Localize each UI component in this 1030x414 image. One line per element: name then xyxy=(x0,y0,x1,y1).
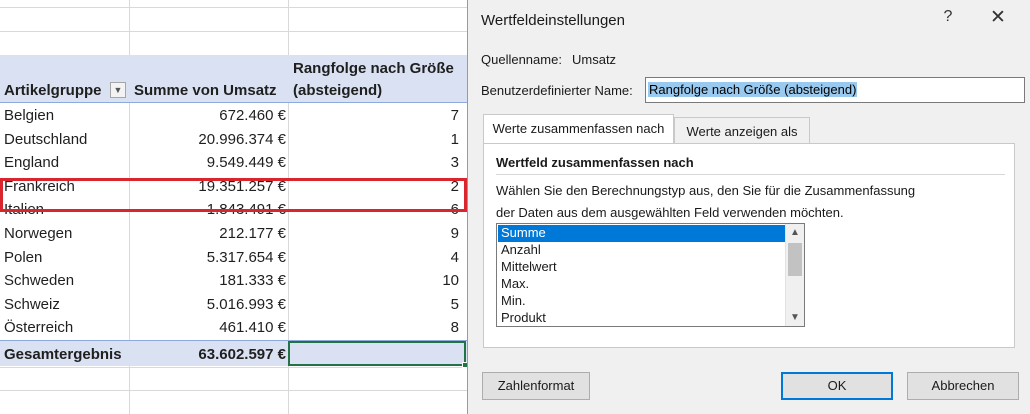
row-sum: 212.177 € xyxy=(219,225,286,242)
grand-total-sum: 63.602.597 € xyxy=(198,346,286,363)
header-rangfolge-line2: (absteigend) xyxy=(293,82,383,99)
row-sum: 5.317.654 € xyxy=(206,248,286,266)
custom-name-value: Rangfolge nach Größe (absteigend) xyxy=(648,82,858,97)
listbox-item[interactable]: Max. xyxy=(498,276,785,293)
description-line-1: Wählen Sie den Berechnungstyp aus, den S… xyxy=(496,183,916,198)
pivot-row[interactable]: Schweiz 5.016.993 € 5 xyxy=(0,293,467,317)
tab-show-values-as[interactable]: Werte anzeigen als xyxy=(674,117,810,145)
row-sum: 181.333 € xyxy=(219,272,286,290)
calculation-type-listbox[interactable]: Summe Anzahl Mittelwert Max. Min. Produkt ▲ ▼ xyxy=(496,223,805,327)
row-group: Schweiz xyxy=(4,295,60,313)
row-sum: 5.016.993 € xyxy=(206,295,286,313)
row-group: Polen xyxy=(4,248,43,266)
grand-total-label: Gesamtergebnis xyxy=(4,346,122,363)
scroll-thumb[interactable] xyxy=(788,243,802,276)
row-group: Österreich xyxy=(4,319,74,337)
description-line-2: der Daten aus dem ausgewählten Feld verw… xyxy=(496,205,844,220)
pivot-table[interactable]: Artikelgruppe ▼ Summe von Umsatz Rangfol… xyxy=(0,55,468,368)
tab-summarize-by[interactable]: Werte zusammenfassen nach xyxy=(483,114,674,144)
header-rangfolge-line1[interactable]: Rangfolge nach Größe xyxy=(293,60,454,77)
pivot-row[interactable]: Österreich 461.410 € 8 xyxy=(0,316,467,340)
row-rank: 5 xyxy=(450,295,459,313)
row-rank: 3 xyxy=(450,154,459,172)
pivot-header-row: Artikelgruppe ▼ Summe von Umsatz Rangfol… xyxy=(0,55,467,103)
value-field-settings-dialog: Wertfeldeinstellungen ? ✕ Quellenname: U… xyxy=(467,0,1030,414)
highlight-box-deutschland xyxy=(0,178,467,212)
ok-button[interactable]: OK xyxy=(781,372,893,400)
row-sum: 20.996.374 € xyxy=(198,130,286,148)
source-name-label: Quellenname: xyxy=(481,52,562,67)
pivot-row[interactable]: Deutschland 20.996.374 € 1 xyxy=(0,128,467,152)
row-sum: 9.549.449 € xyxy=(206,154,286,172)
pivot-row[interactable]: Schweden 181.333 € 10 xyxy=(0,269,467,293)
pivot-row[interactable]: Norwegen 212.177 € 9 xyxy=(0,222,467,246)
row-group: Schweden xyxy=(4,272,75,290)
row-rank: 10 xyxy=(442,272,459,290)
section-divider xyxy=(496,174,1005,175)
dialog-title: Wertfeldeinstellungen xyxy=(481,12,625,29)
listbox-item[interactable]: Mittelwert xyxy=(498,259,785,276)
row-group: Belgien xyxy=(4,107,55,124)
custom-name-input[interactable]: Rangfolge nach Größe (absteigend) xyxy=(645,77,1025,103)
filter-dropdown-icon[interactable]: ▼ xyxy=(110,82,126,98)
pivot-row[interactable]: Polen 5.317.654 € 4 xyxy=(0,246,467,270)
row-rank: 7 xyxy=(450,107,459,124)
pivot-row[interactable]: Belgien 672.460 € 7 xyxy=(0,104,467,128)
selected-cell[interactable] xyxy=(288,341,468,368)
row-sum: 461.410 € xyxy=(219,319,286,337)
pivot-row[interactable]: England 9.549.449 € 3 xyxy=(0,151,467,175)
listbox-item[interactable]: Anzahl xyxy=(498,242,785,259)
row-group: Norwegen xyxy=(4,225,73,242)
number-format-button[interactable]: Zahlenformat xyxy=(482,372,590,400)
listbox-item[interactable]: Produkt xyxy=(498,310,785,326)
listbox-item[interactable]: Summe xyxy=(498,225,785,242)
section-title: Wertfeld zusammenfassen nach xyxy=(496,155,694,170)
help-icon[interactable]: ? xyxy=(938,8,958,26)
header-summe-umsatz[interactable]: Summe von Umsatz xyxy=(134,82,277,99)
scroll-up-icon[interactable]: ▲ xyxy=(786,224,804,241)
row-rank: 8 xyxy=(450,319,459,337)
row-rank: 9 xyxy=(450,225,459,242)
custom-name-label: Benutzerdefinierter Name: xyxy=(481,83,633,98)
grand-total-row[interactable]: Gesamtergebnis 63.602.597 € xyxy=(0,340,468,368)
source-name-value: Umsatz xyxy=(572,52,617,67)
listbox-scrollbar[interactable]: ▲ ▼ xyxy=(785,224,804,326)
close-icon[interactable]: ✕ xyxy=(986,6,1010,29)
header-artikelgruppe[interactable]: Artikelgruppe xyxy=(4,82,102,99)
row-group: England xyxy=(4,154,60,172)
tab-panel: Wertfeld zusammenfassen nach Wählen Sie … xyxy=(483,143,1015,348)
row-rank: 1 xyxy=(450,130,459,148)
row-sum: 672.460 € xyxy=(219,107,286,124)
scroll-down-icon[interactable]: ▼ xyxy=(786,309,804,326)
listbox-item[interactable]: Min. xyxy=(498,293,785,310)
row-group: Deutschland xyxy=(4,130,88,148)
row-rank: 4 xyxy=(450,248,459,266)
cancel-button[interactable]: Abbrechen xyxy=(907,372,1019,400)
